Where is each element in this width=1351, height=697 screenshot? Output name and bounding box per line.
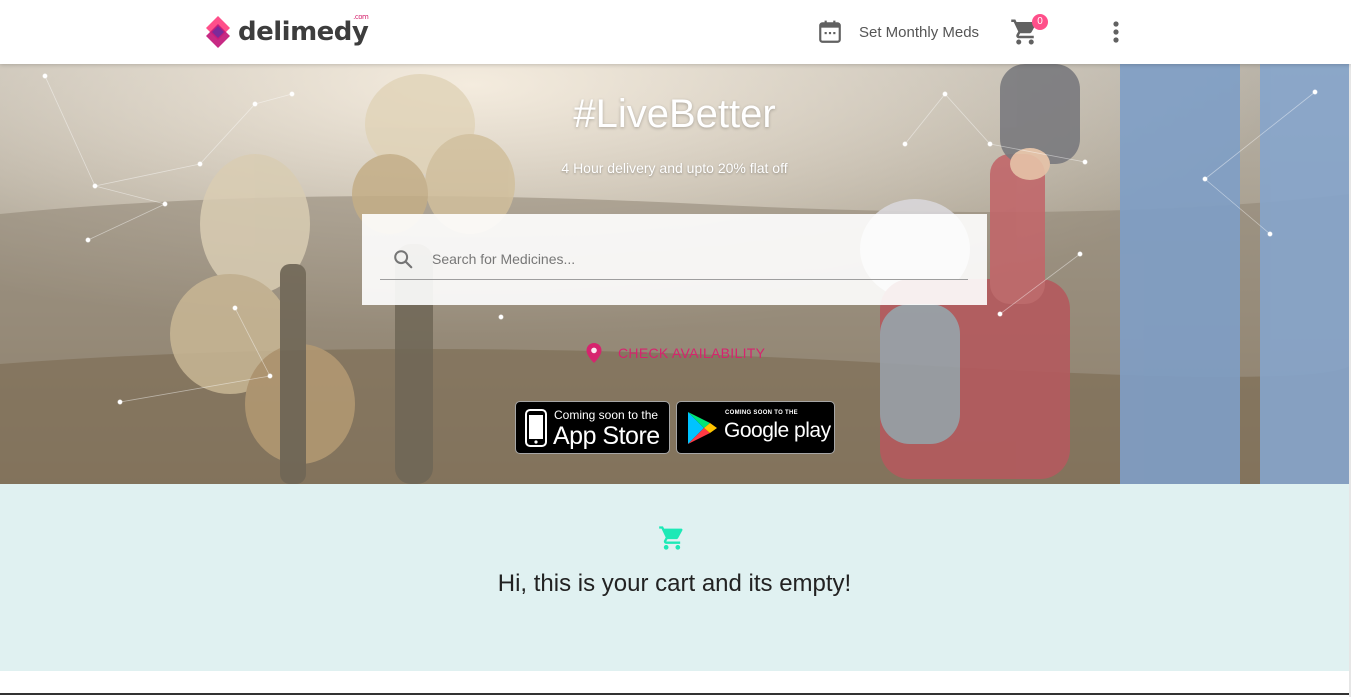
search-underline [380, 279, 968, 280]
google-play-icon [688, 412, 717, 444]
logo[interactable]: delimedy .com [200, 12, 369, 52]
cart-empty-message: Hi, this is your cart and its empty! [497, 570, 852, 597]
cart-button[interactable]: 0 [1010, 14, 1048, 47]
app-store-badge[interactable]: Coming soon to the App Store [515, 401, 670, 454]
header: delimedy .com Set Monthly Meds 0 [0, 0, 1351, 64]
app-store-small-text: Coming soon to the [554, 408, 659, 422]
cart-empty-icon [659, 526, 683, 550]
apple-icon [525, 409, 547, 447]
cart-section: Hi, this is your cart and its empty! [0, 484, 1349, 671]
set-monthly-meds-button[interactable]: Set Monthly Meds [817, 18, 979, 46]
search-icon [394, 250, 413, 269]
hero-banner: #LiveBetter 4 Hour delivery and upto 20%… [0, 64, 1349, 484]
app-store-big-text: App Store [553, 422, 660, 450]
check-availability-label: CHECK AVAILABILITY [618, 345, 766, 361]
logo-mark-icon [206, 16, 230, 48]
location-pin-icon [586, 343, 602, 363]
hero-title: #LiveBetter [573, 92, 776, 136]
logo-text: delimedy .com [238, 13, 369, 47]
google-play-badge[interactable]: COMING SOON TO THE Google play [676, 401, 835, 454]
google-play-big-text: Google play [724, 419, 831, 442]
more-menu-button[interactable] [1106, 18, 1126, 46]
set-monthly-meds-label: Set Monthly Meds [859, 23, 980, 41]
check-availability-button[interactable]: CHECK AVAILABILITY [586, 342, 765, 364]
search-input[interactable] [430, 244, 974, 274]
more-vert-icon [1113, 21, 1119, 43]
hero-subtitle: 4 Hour delivery and upto 20% flat off [561, 160, 788, 176]
logo-sup: .com [353, 13, 369, 21]
search-box [362, 214, 987, 305]
calendar-icon [819, 20, 841, 43]
footer-divider [0, 693, 1349, 695]
google-play-small-text: COMING SOON TO THE [725, 410, 798, 416]
cart-count-badge: 0 [1032, 14, 1048, 30]
